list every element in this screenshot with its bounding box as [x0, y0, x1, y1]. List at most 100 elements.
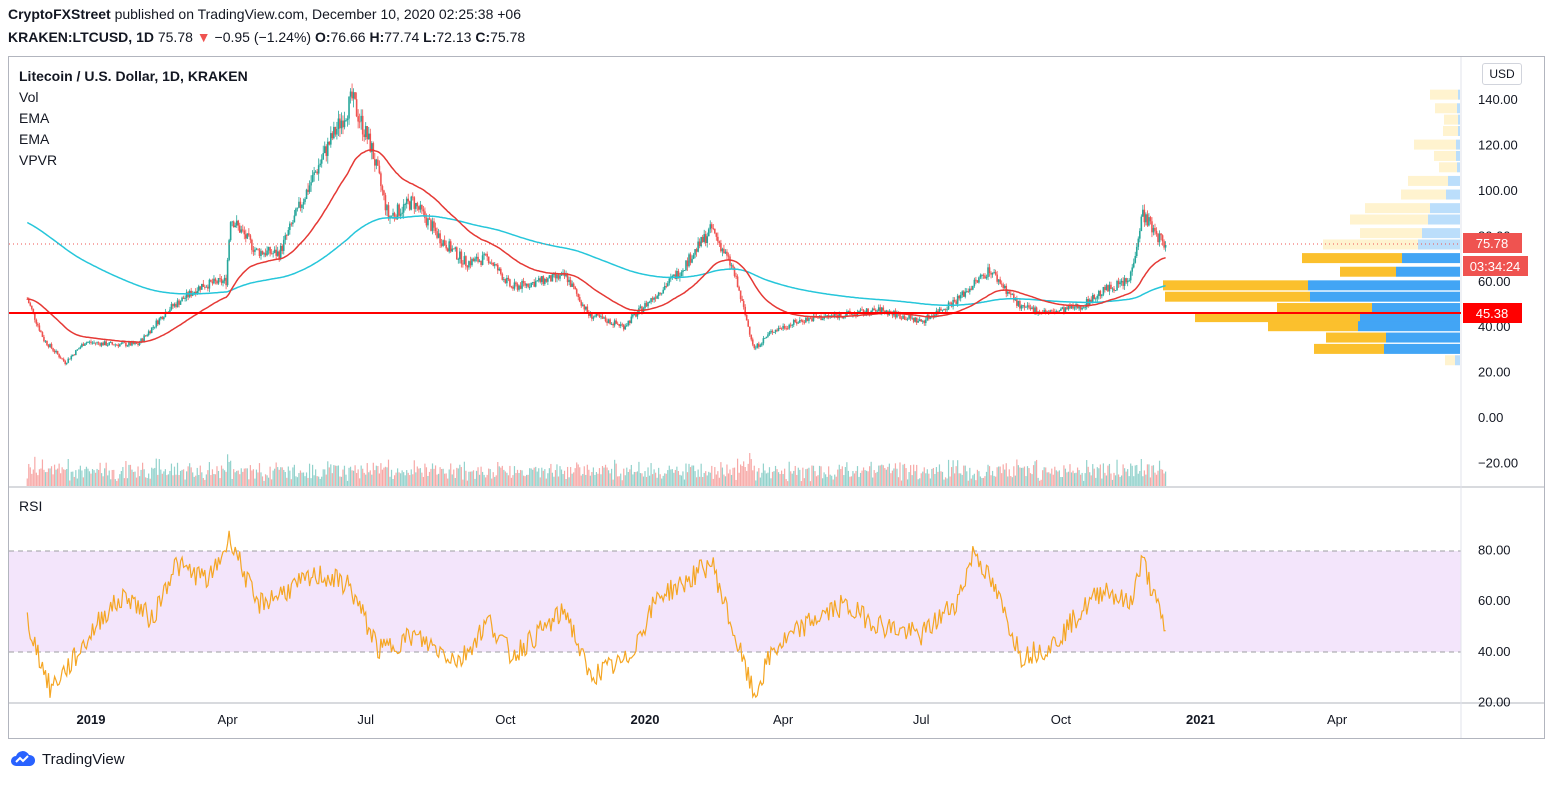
tradingview-logo[interactable]: TradingView [10, 750, 125, 768]
volume-bar [286, 477, 288, 486]
volume-bar [855, 470, 857, 486]
volume-bar [434, 465, 437, 486]
volume-bar [547, 473, 549, 486]
vpvr-row-up [1446, 189, 1460, 200]
candle-body [480, 260, 482, 265]
candle-body [273, 249, 276, 253]
legend-rsi[interactable]: RSI [19, 498, 42, 514]
volume-bar [356, 472, 358, 486]
volume-bar [271, 479, 273, 486]
volume-bar [885, 469, 887, 486]
legend-ema-2[interactable]: EMA [19, 131, 49, 147]
volume-bar [122, 467, 124, 486]
candle-body [912, 317, 915, 322]
candle-body [585, 306, 587, 310]
volume-bar [474, 478, 476, 486]
volume-bar [825, 474, 827, 486]
volume-bar [404, 475, 406, 486]
candle-body [419, 204, 422, 210]
volume-bar [287, 466, 289, 486]
candle-body [774, 329, 777, 333]
time-axis[interactable]: 2019 Apr Jul Oct 2020 Apr Jul Oct 2021 Apr [77, 712, 1348, 727]
candle-body [606, 321, 608, 324]
volume-bar [91, 469, 94, 486]
volume-bar [327, 461, 329, 486]
chart-canvas[interactable]: 140.00 120.00 100.00 80.00 60.00 40.00 20.00 0.… [0, 0, 1553, 785]
candle-body [308, 185, 311, 192]
legend-vpvr[interactable]: VPVR [19, 152, 57, 168]
vpvr-row-down [1408, 175, 1448, 186]
volume-bar [893, 468, 895, 486]
candle-body [1002, 284, 1005, 288]
volume-bar [588, 469, 590, 486]
candle-body [542, 276, 545, 284]
legend-vol[interactable]: Vol [19, 89, 38, 105]
candle-body [799, 320, 801, 323]
volume-bar [422, 476, 424, 486]
candle-body [903, 315, 906, 320]
volume-bar [134, 471, 136, 486]
candle-body [545, 278, 548, 282]
volume-bar [1152, 465, 1155, 486]
candle-body [361, 115, 364, 135]
volume-bar [497, 462, 499, 486]
candle-body [1155, 230, 1158, 234]
rsi-tick-label: 40.00 [1478, 644, 1511, 659]
volume-bar [418, 468, 420, 486]
candle-body [52, 348, 54, 351]
volume-bar [799, 469, 801, 486]
volume-bar [472, 470, 475, 486]
volume-bar [378, 473, 380, 486]
volume-bar [187, 466, 189, 486]
volume-bar [814, 471, 816, 486]
candle-body [40, 330, 42, 333]
volume-bar [944, 477, 947, 486]
volume-bar [261, 476, 264, 486]
volume-bar [442, 468, 444, 486]
volume-bar [1098, 468, 1100, 486]
volume-bar [1136, 464, 1138, 486]
candle-body [301, 204, 303, 208]
candle-body [624, 326, 627, 330]
volume-bar [777, 472, 780, 486]
rsi-axis[interactable]: 80.00 60.00 40.00 20.00 [1478, 543, 1511, 710]
volume-bar [293, 464, 295, 486]
candle-body [225, 277, 227, 286]
candle-body [290, 223, 293, 225]
vpvr-row-up [1310, 291, 1460, 302]
volume-bar [1019, 467, 1021, 486]
volume-bar [374, 470, 376, 486]
volume-bar [926, 469, 928, 486]
volume-bar [315, 469, 317, 486]
legend-ema-1[interactable]: EMA [19, 110, 49, 126]
volume-bar [1105, 475, 1108, 486]
volume-bar [67, 459, 69, 486]
volume-bar [826, 476, 828, 486]
candle-body [1003, 285, 1006, 288]
volume-bar [478, 474, 481, 486]
candle-body [202, 283, 205, 287]
candle-body [601, 316, 604, 319]
volume-bar [717, 471, 719, 486]
candle-body [169, 309, 171, 313]
volume-bar [658, 467, 660, 486]
volume-bar [900, 480, 903, 486]
volume-bar [750, 459, 752, 486]
candle-body [539, 278, 542, 282]
volume-bar [1023, 466, 1026, 486]
candle-body [1158, 233, 1161, 243]
volume-bar [993, 475, 995, 486]
volume-bar [1149, 477, 1152, 486]
price-axis[interactable]: 140.00120.00100.0080.0060.0040.0020.000.… [1478, 92, 1518, 470]
candle-body [991, 272, 994, 275]
volume-bar [705, 471, 707, 486]
candle-body [1152, 227, 1155, 233]
volume-bar [991, 470, 994, 486]
candle-body [238, 225, 241, 233]
volume-bar [1096, 467, 1098, 486]
candle-body [745, 314, 748, 321]
currency-button[interactable]: USD [1482, 63, 1522, 85]
volume-bar [32, 469, 34, 486]
volume-bar [190, 467, 192, 486]
volume-bar [867, 471, 869, 486]
